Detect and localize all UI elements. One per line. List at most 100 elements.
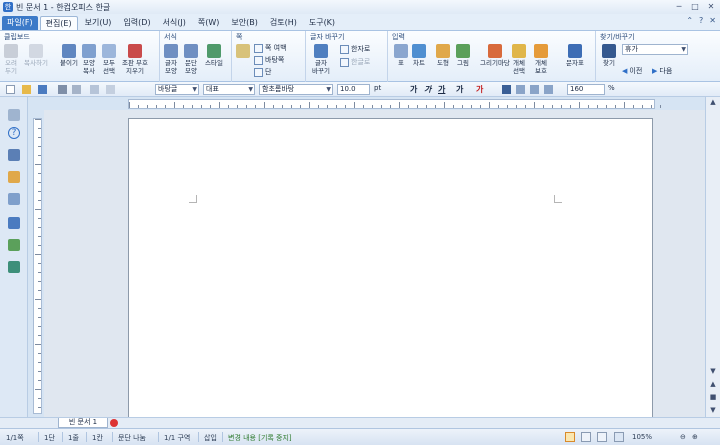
help-icon[interactable]: ?	[8, 127, 20, 139]
italic-button[interactable]: 가	[424, 84, 431, 95]
zoom-input[interactable]: 160	[567, 84, 605, 95]
close-button[interactable]: ✕	[704, 1, 718, 12]
font-color-button[interactable]: 가	[476, 84, 483, 95]
format-copy-button[interactable]: 모양 복사	[82, 44, 96, 75]
document-tab[interactable]: 빈 문서 1	[58, 418, 108, 428]
ruler-tick	[660, 105, 661, 108]
prev-page-icon[interactable]: ▲	[708, 380, 718, 389]
table-icon[interactable]	[8, 217, 20, 229]
open-folder-icon[interactable]	[22, 85, 31, 94]
drawing-button[interactable]: 그리기마당	[480, 44, 510, 67]
clear-format-button[interactable]: 조판 부호 지우기	[122, 44, 148, 75]
maximize-button[interactable]: □	[688, 1, 702, 12]
page-bg-button[interactable]: 바탕쪽	[254, 55, 284, 65]
next-page-icon[interactable]: ▼	[708, 406, 718, 415]
find-prev-button[interactable]: ◀ 이전	[622, 66, 642, 76]
char-change-button[interactable]: 글자 바꾸기	[312, 44, 330, 75]
minimize-button[interactable]: ─	[672, 1, 686, 12]
picture-button[interactable]: 그림	[456, 44, 470, 67]
underline-button[interactable]: 가	[438, 84, 445, 95]
select-all-button[interactable]: 모두 선택	[102, 44, 116, 75]
select-all-icon	[102, 44, 116, 58]
help-icon[interactable]: ?	[699, 16, 703, 25]
align-left-icon[interactable]	[516, 85, 525, 94]
menu-review[interactable]: 검토(H)	[265, 16, 302, 30]
chart-button[interactable]: 차트	[412, 44, 426, 67]
document-icon[interactable]	[8, 193, 20, 205]
copy-button[interactable]: 복사하기	[24, 44, 48, 67]
char-table-button[interactable]: 문자표	[566, 44, 584, 67]
doc-close-icon[interactable]: ✕	[709, 16, 716, 25]
view-mode-normal-icon[interactable]	[565, 432, 575, 442]
menu-view[interactable]: 보기(U)	[80, 16, 117, 30]
paste-button[interactable]: 붙이기	[60, 44, 78, 67]
undo-icon[interactable]	[90, 85, 99, 94]
bold-button[interactable]: 가	[410, 84, 417, 95]
menu-edit[interactable]: 편집(E)	[39, 16, 78, 30]
font-size-input[interactable]: 10.0	[337, 84, 370, 95]
language-select[interactable]: 대표 ▼	[203, 84, 255, 95]
style-select[interactable]: 바탕글 ▼	[155, 84, 199, 95]
font-select[interactable]: 함초롬바탕 ▼	[259, 84, 333, 95]
print-icon[interactable]	[58, 85, 67, 94]
page-margin-button[interactable]: 쪽 여백	[254, 43, 287, 53]
view-mode-page-icon[interactable]	[597, 432, 607, 442]
lightning-icon[interactable]	[8, 171, 20, 183]
save-icon[interactable]	[38, 85, 47, 94]
status-insert-mode[interactable]: 삽입	[204, 433, 217, 443]
find-input[interactable]: 휴가 ▼	[622, 44, 688, 55]
para-shape-button[interactable]: 문단 모양	[184, 44, 198, 75]
page-setup-button[interactable]	[236, 44, 250, 58]
align-justify-icon[interactable]	[502, 85, 511, 94]
horizontal-ruler[interactable]	[128, 99, 661, 109]
zoom-out-icon[interactable]: ⊖	[680, 433, 686, 441]
zoom-icon[interactable]	[614, 432, 624, 442]
page-icon[interactable]: ■	[708, 393, 718, 402]
align-center-icon[interactable]	[530, 85, 539, 94]
status-page[interactable]: 1/1쪽	[6, 433, 24, 443]
chevron-down-icon[interactable]: ▼	[681, 45, 686, 54]
ribbon-collapse-icon[interactable]: ⌃	[686, 16, 693, 25]
menu-security[interactable]: 보안(B)	[226, 16, 262, 30]
menu-format[interactable]: 서식(J)	[158, 16, 191, 30]
hangul-button[interactable]: 한글로	[340, 57, 370, 67]
hwp-app-icon[interactable]: 한	[3, 2, 13, 12]
column-button[interactable]: 단	[254, 67, 271, 77]
shape-button[interactable]: 도형	[436, 44, 450, 67]
new-doc-icon[interactable]	[6, 85, 15, 94]
char-shape-button[interactable]: 글자 모양	[164, 44, 178, 75]
obj-protect-button[interactable]: 개체 보호	[534, 44, 548, 75]
menu-input[interactable]: 입력(D)	[118, 16, 155, 30]
style-button[interactable]: 스타일	[205, 44, 223, 67]
arrow-icon[interactable]	[8, 109, 20, 121]
group-title-char-change: 글자 바꾸기	[310, 33, 345, 41]
group-title-find: 찾기/바꾸기	[600, 33, 635, 41]
obj-select-button[interactable]: 개체 선택	[512, 44, 526, 75]
view-mode-web-icon[interactable]	[581, 432, 591, 442]
menu-file[interactable]: 파일(F)	[2, 16, 38, 30]
redo-icon[interactable]	[106, 85, 115, 94]
menu-page[interactable]: 쪽(W)	[193, 16, 225, 30]
document-page[interactable]	[128, 118, 653, 418]
hanja-icon	[340, 44, 349, 54]
vertical-scrollbar[interactable]: ▲ ▼ ▲ ■ ▼	[705, 97, 720, 417]
status-zoom[interactable]: 105%	[632, 433, 652, 441]
hanja-button[interactable]: 한자로	[340, 44, 370, 54]
scroll-up-icon[interactable]: ▲	[708, 98, 718, 107]
align-right-icon[interactable]	[544, 85, 553, 94]
table-button[interactable]: 표	[394, 44, 408, 67]
status-track-changes[interactable]: 변경 내용 [기록 중지]	[228, 433, 292, 443]
new-tab-icon[interactable]	[110, 419, 118, 427]
menu-tools[interactable]: 도구(K)	[304, 16, 340, 30]
zoom-in-icon[interactable]: ⊕	[692, 433, 698, 441]
format-icon[interactable]	[8, 261, 20, 273]
scroll-down-icon[interactable]: ▼	[708, 367, 718, 376]
strike-button[interactable]: 가	[456, 84, 463, 95]
list-icon[interactable]	[8, 149, 20, 161]
cut-button[interactable]: 오려 두기	[4, 44, 18, 75]
preview-icon[interactable]	[72, 85, 81, 94]
find-next-button[interactable]: ▶ 다음	[652, 66, 672, 76]
picture-icon[interactable]	[8, 239, 20, 251]
find-button[interactable]: 찾기	[602, 44, 616, 67]
vertical-ruler[interactable]	[33, 118, 42, 414]
